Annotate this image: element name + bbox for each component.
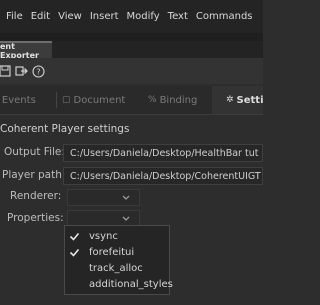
chevron-down-icon	[122, 216, 130, 221]
menu-file[interactable]: File	[6, 11, 23, 22]
output-file-input[interactable]: C:/Users/Daniela/Desktop/HealthBar tut	[63, 144, 263, 162]
menu-text[interactable]: Text	[168, 11, 188, 22]
checkmark-icon	[69, 232, 80, 241]
renderer-label: Renderer:	[10, 190, 62, 202]
tab-document[interactable]: ▢ Document	[62, 86, 125, 114]
menu-modify[interactable]: Modify	[127, 11, 160, 22]
svg-text:?: ?	[36, 67, 40, 76]
panel-title-strip	[52, 41, 263, 58]
gear-icon: ✲	[226, 95, 234, 105]
tab-divider	[56, 92, 57, 108]
properties-dropdown: vsync forefeitui track_alloc additional_…	[64, 225, 173, 295]
tab-binding-label: Binding	[159, 94, 198, 106]
binding-icon: %	[148, 95, 157, 105]
section-title: Coherent Player settings	[0, 123, 130, 135]
menu-bar: File Edit View Insert Modify Text Comman…	[0, 0, 263, 33]
export-icon[interactable]	[15, 65, 28, 78]
option-label: additional_styles	[89, 279, 173, 290]
option-label: track_alloc	[89, 263, 143, 274]
menu-commands[interactable]: Commands	[196, 11, 253, 22]
option-vsync[interactable]: vsync	[65, 230, 169, 245]
option-label: forefeitui	[89, 247, 135, 258]
document-icon: ▢	[62, 95, 71, 105]
menu-insert[interactable]: Insert	[90, 11, 119, 22]
properties-label: Properties:	[7, 212, 64, 224]
help-icon[interactable]: ?	[32, 64, 45, 78]
output-file-value: C:/Users/Daniela/Desktop/HealthBar tut	[70, 147, 259, 159]
player-path-value: C:/Users/Daniela/Desktop/CoherentUIGT	[70, 170, 261, 182]
tab-settings-label: Settin	[236, 94, 263, 106]
tab-events[interactable]: ◆ Events	[0, 86, 36, 114]
tab-document-label: Document	[73, 94, 126, 106]
panel-title-tab[interactable]: ent Exporter	[0, 41, 52, 60]
panel-toolbar: ?	[0, 58, 263, 84]
tab-bar: ◆ Events ▢ Document % Binding ✲ Settin	[0, 86, 263, 115]
checkmark-icon	[69, 248, 80, 257]
tab-binding[interactable]: % Binding	[148, 86, 197, 114]
save-icon[interactable]	[0, 65, 11, 78]
option-additional-styles[interactable]: additional_styles	[65, 278, 173, 293]
output-file-label: Output File:	[4, 146, 65, 158]
menu-separator	[0, 33, 263, 41]
player-path-input[interactable]: C:/Users/Daniela/Desktop/CoherentUIGT	[63, 167, 263, 185]
tab-events-label: Events	[1, 94, 36, 106]
panel-title: ent Exporter	[0, 41, 39, 60]
option-track-alloc[interactable]: track_alloc	[65, 262, 169, 277]
menu-view[interactable]: View	[58, 11, 82, 22]
option-forefeitui[interactable]: forefeitui	[65, 246, 169, 261]
player-path-label: Player path:	[2, 169, 66, 181]
option-label: vsync	[89, 231, 118, 242]
chevron-down-icon	[122, 195, 130, 200]
tab-settings[interactable]: ✲ Settin	[212, 86, 263, 114]
menu-edit[interactable]: Edit	[31, 11, 50, 22]
renderer-select[interactable]	[67, 189, 140, 206]
